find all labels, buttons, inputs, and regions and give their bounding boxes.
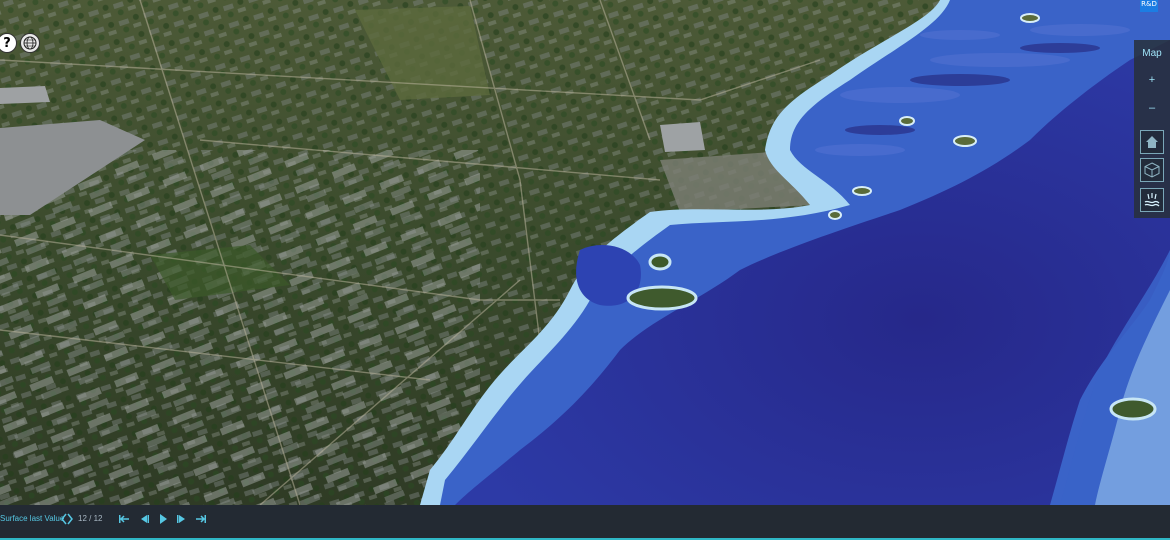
step-forward-icon[interactable] [176,513,188,525]
frame-counter: 12 / 12 [78,514,103,523]
brand-chip[interactable]: R&D [1140,0,1158,12]
urban-texture-large [0,150,480,505]
island [828,210,842,220]
layers-button[interactable] [1140,188,1164,212]
map-3d-viewport[interactable]: ? R&D Map + – [0,0,1170,505]
island [1109,397,1157,421]
island [648,253,672,271]
play-icon[interactable] [157,513,169,525]
island [953,135,977,147]
island [899,116,915,126]
home-button[interactable] [1140,130,1164,154]
map-toolbar: Map + – [1134,40,1170,218]
step-back-icon[interactable] [138,513,150,525]
basemap-toggle-button[interactable]: Map [1134,48,1170,59]
island [1020,13,1040,23]
skip-to-start-icon[interactable] [118,513,130,525]
view-3d-button[interactable] [1140,158,1164,182]
layer-name-label: Surface last Value [0,514,65,523]
swap-arrows-icon[interactable] [61,513,73,525]
skip-to-end-icon[interactable] [195,513,207,525]
island [852,186,872,196]
terrain-scene [0,0,1170,505]
timeline-bar: Surface last Value 12 / 12 [0,505,1170,540]
home-icon [1146,136,1158,148]
layers-icon [1144,193,1160,207]
zoom-out-button[interactable]: – [1134,102,1170,114]
industrial-building [0,86,50,104]
island [626,285,698,311]
zoom-in-button[interactable]: + [1134,74,1170,86]
industrial-building [660,122,705,152]
cube-3d-icon [1144,162,1160,178]
globe-icon[interactable] [20,33,40,53]
